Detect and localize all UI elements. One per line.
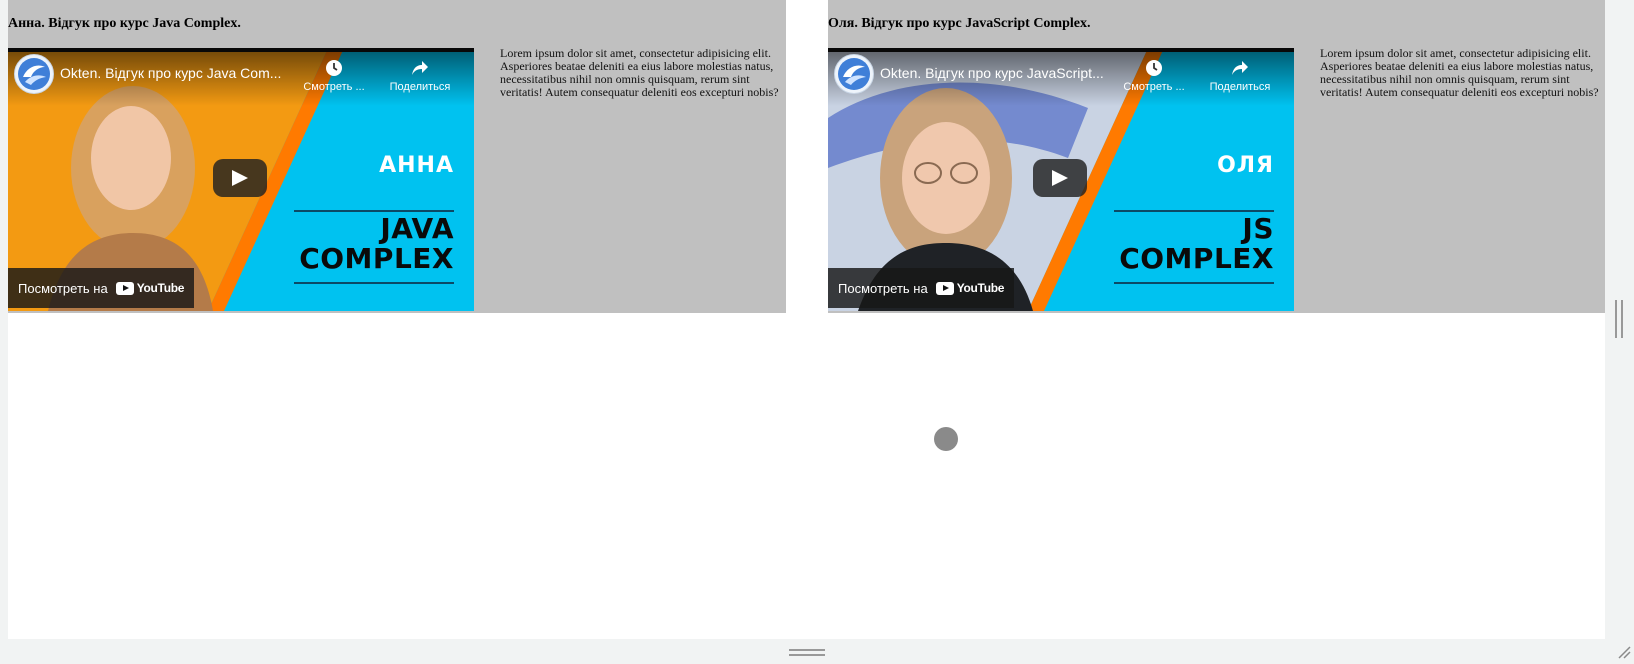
watch-on-label: Посмотреть на — [838, 280, 928, 296]
share-arrow-icon — [381, 58, 459, 78]
thumbnail-name: АННА — [379, 153, 454, 178]
youtube-embed[interactable]: Okten. Відгук про курс Java Com... Смотр… — [8, 48, 474, 311]
watch-on-youtube-button[interactable]: Посмотреть на YouTube — [8, 268, 195, 308]
video-card-anna: Анна. Відгук про курс Java Complex. Okte… — [8, 0, 786, 313]
watch-later-label: Смотреть ... — [1123, 81, 1185, 93]
youtube-label: YouTube — [956, 281, 1005, 295]
horizontal-drag-handle[interactable] — [789, 649, 825, 657]
clock-icon — [1122, 58, 1186, 78]
watch-later-button[interactable]: Смотреть ... — [1122, 58, 1186, 93]
play-button[interactable] — [1033, 159, 1087, 197]
video-title-link[interactable]: Okten. Відгук про курс JavaScript... — [880, 65, 1112, 81]
watch-later-button[interactable]: Смотреть ... — [302, 58, 366, 93]
thumbnail-course-line-2: COMPLEX — [299, 242, 454, 275]
youtube-logo-icon: YouTube — [935, 281, 1005, 295]
share-arrow-icon — [1201, 58, 1279, 78]
card-heading: Оля. Відгук про курс JavaScript Complex. — [828, 16, 1091, 31]
play-button[interactable] — [213, 159, 267, 197]
vertical-resize-bar[interactable] — [1606, 0, 1634, 639]
thumbnail-divider — [1114, 282, 1274, 284]
play-icon — [1052, 170, 1068, 186]
review-description: Lorem ipsum dolor sit amet, consectetur … — [1320, 46, 1599, 99]
youtube-embed[interactable]: Okten. Відгук про курс JavaScript... Смо… — [828, 48, 1294, 311]
youtube-logo-icon: YouTube — [115, 281, 185, 295]
thumbnail-course-line-1: JS — [1242, 212, 1274, 245]
share-button[interactable]: Поделиться — [381, 58, 459, 93]
thumbnail-course-line-1: JAVA — [380, 212, 454, 245]
watch-on-label: Посмотреть на — [18, 280, 108, 296]
youtube-label: YouTube — [136, 281, 185, 295]
share-button[interactable]: Поделиться — [1201, 58, 1279, 93]
share-label: Поделиться — [1209, 81, 1271, 93]
iframe-viewport: Анна. Відгук про курс Java Complex. Okte… — [8, 0, 1605, 639]
vertical-drag-handle[interactable] — [1615, 300, 1625, 338]
clock-icon — [302, 58, 366, 78]
video-title-link[interactable]: Okten. Відгук про курс Java Com... — [60, 65, 292, 81]
video-card-olya: Оля. Відгук про курс JavaScript Complex. — [828, 0, 1605, 313]
card-heading: Анна. Відгук про курс Java Complex. — [8, 16, 241, 31]
play-icon — [232, 170, 248, 186]
share-label: Поделиться — [389, 81, 451, 93]
channel-logo-icon[interactable] — [14, 54, 54, 94]
thumbnail-name: ОЛЯ — [1217, 153, 1274, 178]
watch-on-youtube-button[interactable]: Посмотреть на YouTube — [828, 268, 1015, 308]
watch-later-label: Смотреть ... — [303, 81, 365, 93]
resize-grip-icon[interactable] — [1617, 645, 1631, 659]
thumbnail-course-line-2: COMPLEX — [1119, 242, 1274, 275]
channel-logo-icon[interactable] — [834, 54, 874, 94]
thumbnail-divider — [294, 282, 454, 284]
review-description: Lorem ipsum dolor sit amet, consectetur … — [500, 46, 779, 99]
loading-spinner-icon — [934, 427, 958, 451]
